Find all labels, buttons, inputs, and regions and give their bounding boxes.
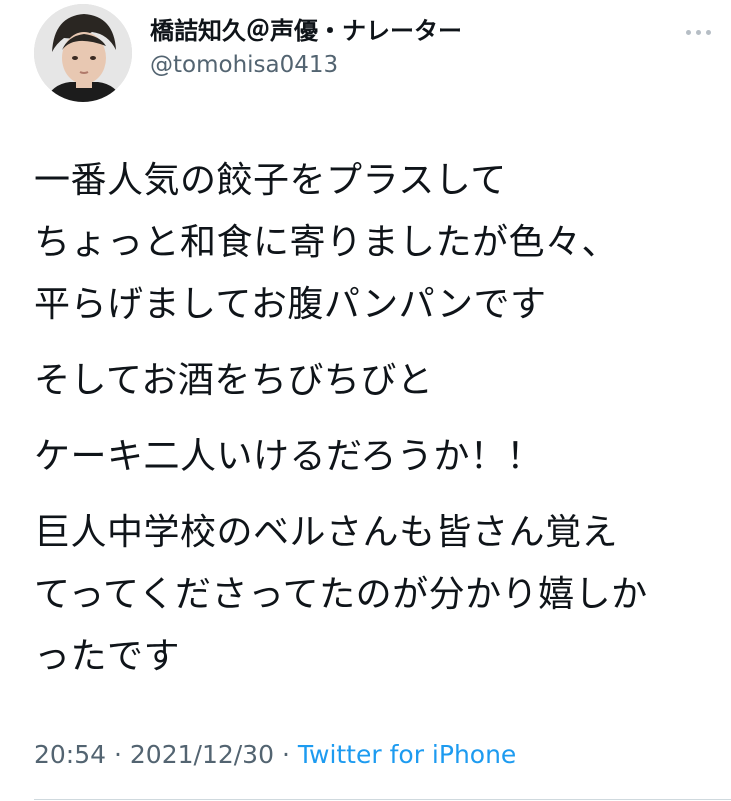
tweet-date[interactable]: 2021/12/30 <box>130 740 274 769</box>
tweet-text: 一番人気の餃子をプラスして ちょっと和食に寄りましたが色々、 平らげましてお腹パ… <box>34 150 711 702</box>
user-handle[interactable]: @tomohisa0413 <box>150 48 462 82</box>
avatar[interactable] <box>34 4 132 102</box>
tweet-metadata: 20:54 · 2021/12/30 · Twitter for iPhone <box>34 740 516 769</box>
tweet-time[interactable]: 20:54 <box>34 740 106 769</box>
tweet-paragraph: 巨人中学校のベルさんも皆さん覚え てってくださってたのが分かり嬉しか ったです <box>34 512 648 677</box>
tweet-source-link[interactable]: Twitter for iPhone <box>298 740 516 769</box>
divider <box>34 799 731 800</box>
tweet-header: 橋詰知久＠声優・ナレーター @tomohisa0413 <box>34 4 731 104</box>
meta-separator: · <box>281 740 290 769</box>
profile-photo <box>34 4 132 102</box>
more-horizontal-icon[interactable] <box>683 22 713 42</box>
display-name[interactable]: 橋詰知久＠声優・ナレーター <box>150 14 462 48</box>
tweet-paragraph: 一番人気の餃子をプラスして ちょっと和食に寄りましたが色々、 平らげましてお腹パ… <box>34 160 619 325</box>
tweet-paragraph: そしてお酒をちびちびと <box>34 360 434 401</box>
meta-separator: · <box>114 740 122 769</box>
tweet-paragraph: ケーキ二人いけるだろうか！！ <box>34 436 543 477</box>
